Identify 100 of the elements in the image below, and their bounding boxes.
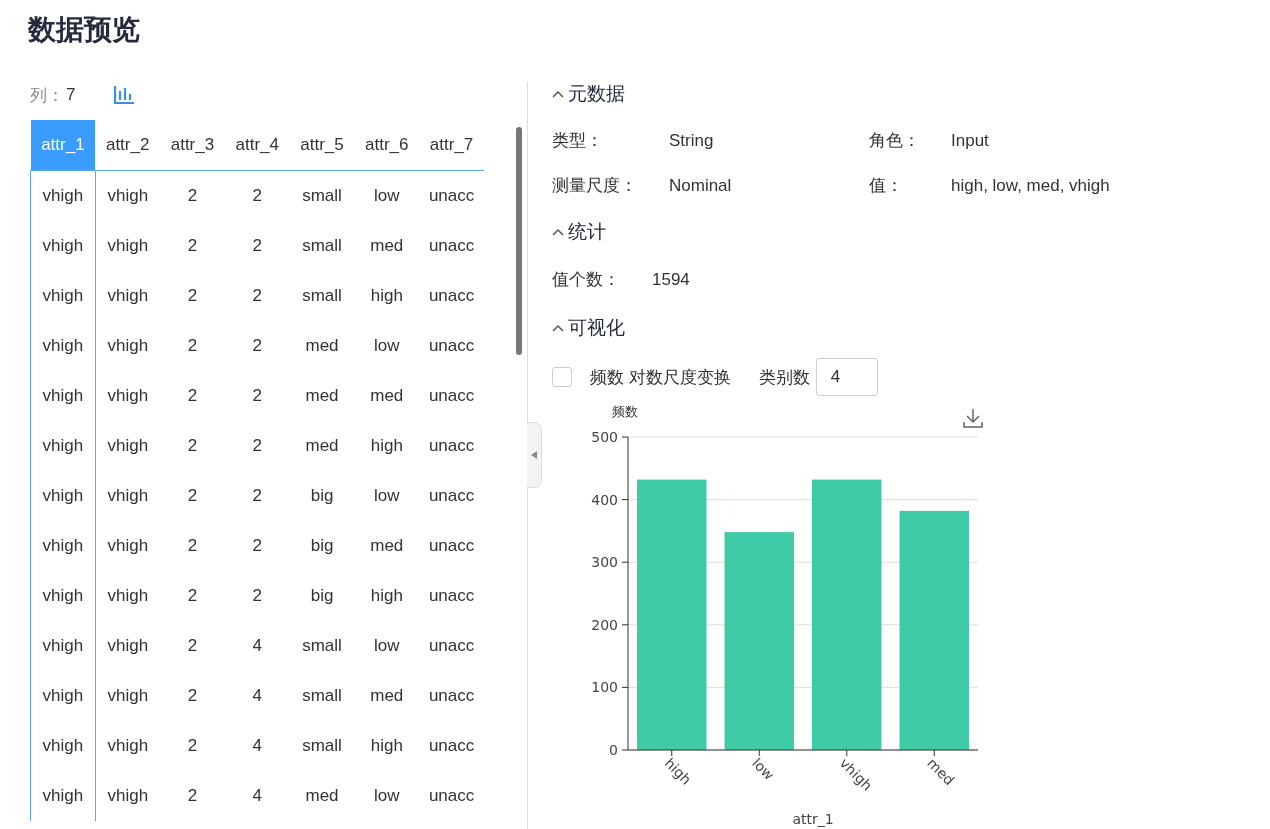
- table-cell: vhigh: [95, 271, 161, 321]
- table-cell-text: 2: [251, 235, 263, 257]
- category-count-field[interactable]: 4: [815, 358, 878, 396]
- table-cell-text: 2: [251, 535, 263, 557]
- table-cell-text: 2: [251, 485, 263, 507]
- table-cell-text: small: [301, 235, 343, 257]
- table-cell-text: med: [304, 785, 340, 807]
- column-header[interactable]: attr_4: [224, 120, 290, 171]
- table-cell-text: 2: [186, 635, 199, 657]
- scrollbar[interactable]: [516, 127, 522, 355]
- table-cell: vhigh: [95, 771, 161, 821]
- table-cell: vhigh: [30, 321, 96, 371]
- table-cell-text: unacc: [427, 235, 476, 257]
- table-cell-text: small: [301, 735, 343, 757]
- page-title: 数据预览: [28, 13, 141, 47]
- table-cell: vhigh: [30, 221, 96, 271]
- category-count-label: 类别数: [758, 366, 810, 389]
- table-cell-text: small: [301, 635, 343, 657]
- table-cell-text: unacc: [427, 535, 476, 557]
- field-label: 值：: [869, 175, 904, 197]
- table-cell-text: 2: [251, 435, 263, 457]
- column-header[interactable]: attr_5: [289, 120, 355, 171]
- table-cell: vhigh: [95, 421, 161, 471]
- table-cell-text: big: [309, 585, 335, 607]
- table-cell-text: 2: [186, 385, 199, 407]
- table-cell: vhigh: [95, 170, 161, 221]
- column-header[interactable]: attr_3: [160, 120, 225, 171]
- table-cell-text: 2: [186, 335, 199, 357]
- table-cell-text: big: [309, 485, 335, 507]
- table-cell-text: small: [301, 285, 343, 307]
- table-cell-text: med: [369, 385, 405, 407]
- field-value: Input: [951, 130, 990, 152]
- y-axis-title: 频数: [612, 404, 638, 419]
- table-cell-text: unacc: [427, 685, 476, 707]
- collapse-handle[interactable]: [527, 422, 542, 488]
- table-cell: vhigh: [30, 721, 96, 771]
- table-cell: vhigh: [95, 571, 161, 621]
- y-tick-label: 0: [609, 742, 618, 758]
- checkbox[interactable]: [552, 367, 572, 387]
- table-cell-text: med: [369, 685, 405, 707]
- table-cell-text: 2: [251, 385, 263, 407]
- table-cell: vhigh: [30, 671, 96, 721]
- download-icon[interactable]: [963, 408, 983, 428]
- table-cell: unacc: [419, 170, 484, 221]
- bar-chart-icon[interactable]: [113, 85, 136, 105]
- table-cell: low: [354, 170, 420, 221]
- field-value: String: [669, 130, 715, 152]
- field-label: 角色：: [869, 130, 921, 152]
- table-cell-text: 2: [186, 785, 199, 807]
- chevron-icon[interactable]: [552, 90, 564, 98]
- table-cell: 2: [160, 170, 225, 221]
- table-cell: vhigh: [95, 371, 161, 421]
- table-cell: small: [289, 170, 355, 221]
- column-header[interactable]: attr_2: [95, 120, 161, 171]
- y-tick-label: 200: [591, 616, 618, 633]
- table-cell: vhigh: [95, 721, 161, 771]
- section-header[interactable]: 统计: [552, 208, 1270, 256]
- table-cell-text: unacc: [427, 785, 476, 807]
- table-cell-text: 4: [251, 685, 263, 707]
- table-cell-text: 2: [186, 685, 199, 707]
- table-cell-text: low: [373, 635, 401, 657]
- table-cell: vhigh: [30, 771, 96, 821]
- field-value: 1594: [652, 269, 691, 291]
- y-tick-label: 300: [591, 554, 618, 571]
- y-tick-label: 500: [591, 429, 618, 445]
- table-cell-text: 4: [251, 735, 263, 757]
- table-cell-text: unacc: [427, 435, 476, 457]
- chevron-icon[interactable]: [552, 324, 564, 332]
- table-cell-text: 4: [251, 785, 263, 807]
- table-cell-text: big: [309, 535, 335, 557]
- section-header[interactable]: 元数据: [552, 70, 1270, 118]
- table-cell: vhigh: [95, 321, 161, 371]
- column-header[interactable]: attr_6: [354, 120, 420, 171]
- table-cell-text: low: [373, 335, 401, 357]
- table-cell-text: unacc: [427, 335, 476, 357]
- table-cell-text: low: [373, 485, 401, 507]
- caret-icon: [531, 451, 537, 459]
- table-cell-text: low: [373, 785, 401, 807]
- field-label: 类型：: [552, 130, 604, 152]
- table-cell: vhigh: [30, 271, 96, 321]
- column-header[interactable]: attr_7: [419, 120, 484, 171]
- table-cell: vhigh: [95, 671, 161, 721]
- table-cell-text: 4: [251, 635, 263, 657]
- y-tick-label: 400: [591, 491, 618, 508]
- table-cell-text: med: [304, 335, 340, 357]
- table-cell-text: med: [369, 535, 405, 557]
- section-header[interactable]: 可视化: [552, 304, 1270, 352]
- table-cell-text: 2: [251, 335, 263, 357]
- table-cell: vhigh: [30, 571, 96, 621]
- table-cell: vhigh: [30, 371, 96, 421]
- table-cell: vhigh: [95, 621, 161, 671]
- field-label: 测量尺度：: [552, 175, 638, 197]
- table-cell: vhigh: [95, 221, 161, 271]
- chevron-icon[interactable]: [552, 228, 564, 236]
- table-cell-text: unacc: [427, 285, 476, 307]
- x-axis-title: attr_1: [792, 811, 834, 827]
- x-tick-label: low: [749, 754, 778, 784]
- table-cell-text: high: [369, 735, 404, 757]
- field-label: 值个数：: [552, 269, 621, 291]
- table-cell: vhigh: [30, 170, 96, 221]
